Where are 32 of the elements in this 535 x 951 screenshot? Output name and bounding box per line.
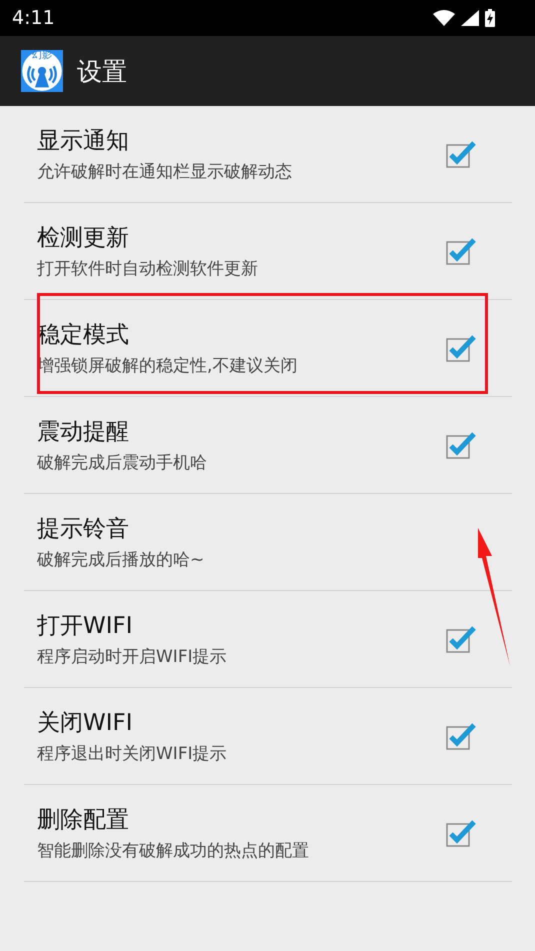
checkbox[interactable] (446, 819, 476, 847)
item-title: 删除配置 (37, 806, 130, 835)
item-title: 提示铃音 (37, 515, 130, 544)
item-summary: 破解完成后震动手机哈 (37, 452, 207, 474)
wifi-icon (433, 10, 455, 26)
signal-icon (461, 10, 479, 26)
settings-item[interactable]: 检测更新 打开软件时自动检测软件更新 (24, 203, 512, 300)
settings-item[interactable]: 关闭WIFI 程序退出时关闭WIFI提示 (24, 688, 512, 785)
checkbox[interactable] (446, 237, 476, 265)
clock: 4:11 (12, 7, 55, 29)
app-icon: 幻影 (21, 50, 63, 92)
checkbox[interactable] (446, 722, 476, 750)
item-title: 关闭WIFI (37, 709, 134, 738)
checkbox[interactable] (446, 334, 476, 362)
battery-icon (485, 9, 495, 27)
item-summary: 程序退出时关闭WIFI提示 (37, 743, 227, 765)
item-title: 震动提醒 (37, 418, 130, 447)
screen-title: 设置 (77, 56, 127, 88)
item-summary: 程序启动时开启WIFI提示 (37, 646, 227, 668)
item-summary: 智能删除没有破解成功的热点的配置 (37, 840, 309, 862)
settings-item[interactable]: 震动提醒 破解完成后震动手机哈 (24, 397, 512, 494)
settings-item[interactable]: 删除配置 智能删除没有破解成功的热点的配置 (24, 785, 512, 882)
item-title: 打开WIFI (37, 612, 134, 641)
item-title: 显示通知 (37, 127, 130, 156)
item-summary: 破解完成后播放的哈~ (37, 549, 204, 571)
checkbox[interactable] (446, 431, 476, 459)
item-title: 检测更新 (37, 224, 130, 253)
settings-item[interactable]: 显示通知 允许破解时在通知栏显示破解动态 (24, 106, 512, 203)
checkbox[interactable] (446, 140, 476, 168)
item-summary: 允许破解时在通知栏显示破解动态 (37, 161, 292, 183)
checkbox[interactable] (446, 625, 476, 653)
item-summary: 打开软件时自动检测软件更新 (37, 258, 258, 280)
